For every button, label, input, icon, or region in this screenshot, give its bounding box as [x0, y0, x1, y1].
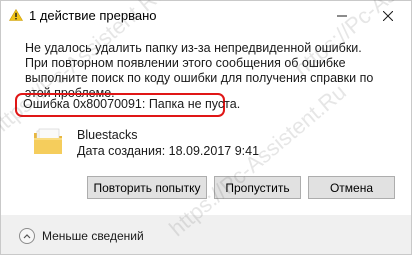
- skip-button[interactable]: Пропустить: [214, 176, 301, 199]
- footer: Меньше сведений: [1, 216, 411, 254]
- close-button[interactable]: [365, 1, 411, 31]
- minimize-icon: [337, 15, 347, 17]
- close-icon: [383, 11, 393, 21]
- error-code: Ошибка 0x80070091: Папка не пуста.: [23, 97, 241, 111]
- folder-icon: [34, 128, 62, 154]
- folder-name: Bluestacks: [77, 128, 138, 142]
- folder-date: Дата создания: 18.09.2017 9:41: [77, 144, 260, 158]
- title-bar: 1 действие прервано: [1, 1, 411, 31]
- window-title: 1 действие прервано: [29, 8, 157, 23]
- retry-button[interactable]: Повторить попытку: [87, 176, 207, 199]
- warning-icon: [9, 9, 23, 21]
- cancel-button[interactable]: Отмена: [308, 176, 395, 199]
- less-details-toggle[interactable]: Меньше сведений: [19, 228, 144, 244]
- chevron-up-icon: [19, 228, 35, 244]
- minimize-button[interactable]: [319, 1, 365, 31]
- error-message: Не удалось удалить папку из-за непредвид…: [25, 41, 374, 100]
- error-dialog: 1 действие прервано Не удалось удалить п…: [0, 0, 412, 255]
- less-details-label: Меньше сведений: [42, 229, 144, 243]
